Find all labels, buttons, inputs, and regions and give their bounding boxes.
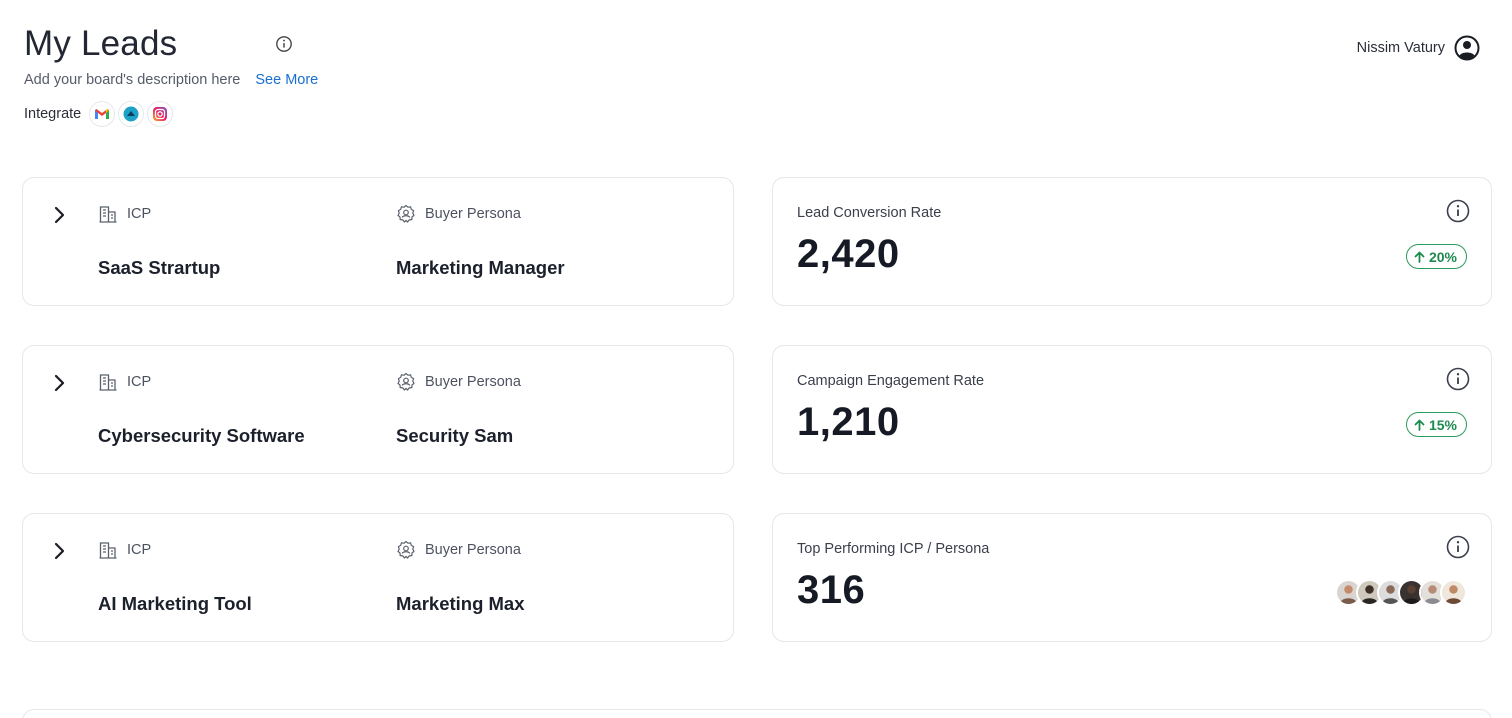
see-more-link[interactable]: See More (255, 72, 318, 88)
persona-gear-icon (397, 204, 415, 223)
metric-value: 316 (797, 568, 866, 612)
lead-card[interactable]: ICP SaaS Strartup Buyer Persona Marketin… (22, 177, 734, 306)
avatar-group[interactable] (1335, 579, 1467, 606)
user-avatar-icon[interactable] (1454, 35, 1480, 61)
persona-label: Buyer Persona (425, 542, 521, 558)
instagram-icon[interactable] (147, 101, 174, 127)
icp-block: ICP AI Marketing Tool (98, 540, 252, 615)
change-badge: 15% (1405, 412, 1467, 437)
integration-app-icon[interactable] (118, 101, 145, 127)
info-icon[interactable] (275, 35, 293, 53)
persona-gear-icon (397, 372, 415, 391)
icp-name: SaaS Strartup (98, 257, 221, 278)
icp-block: ICP Cybersecurity Software (98, 372, 305, 447)
chevron-right-icon[interactable] (52, 372, 68, 394)
metric-value: 2,420 (797, 232, 900, 276)
persona-block: Buyer Persona Marketing Manager (396, 204, 565, 279)
change-value: 15% (1428, 416, 1457, 433)
persona-name: Marketing Manager (396, 257, 565, 278)
persona-label: Buyer Persona (425, 374, 521, 390)
persona-block: Buyer Persona Marketing Max (396, 540, 525, 615)
gmail-icon[interactable] (89, 101, 116, 127)
icp-name: Cybersecurity Software (98, 425, 305, 446)
avatar[interactable] (1440, 579, 1467, 606)
building-icon (99, 542, 117, 559)
icp-label: ICP (127, 374, 152, 390)
metric-value: 1,210 (797, 400, 900, 444)
chevron-right-icon[interactable] (52, 540, 68, 562)
building-icon (99, 374, 117, 391)
icp-name: AI Marketing Tool (98, 593, 252, 614)
page-title: My Leads (24, 24, 178, 63)
board-description[interactable]: Add your board's description here (24, 72, 240, 88)
chevron-right-icon[interactable] (52, 204, 68, 226)
building-icon (99, 206, 117, 223)
lead-card[interactable]: ICP AI Marketing Tool Buyer Persona Mark… (22, 513, 734, 642)
metric-label: Campaign Engagement Rate (797, 373, 985, 389)
user-name: Nissim Vatury (1356, 40, 1445, 56)
change-badge: 20% (1405, 244, 1467, 269)
icp-label: ICP (127, 542, 152, 558)
integrate-label: Integrate (24, 106, 82, 122)
persona-name: Security Sam (396, 425, 514, 446)
metric-label: Top Performing ICP / Persona (797, 541, 990, 557)
bottom-panel (22, 709, 1492, 718)
info-icon[interactable] (1446, 367, 1470, 391)
icp-label: ICP (127, 206, 152, 222)
arrow-up-icon (1414, 419, 1425, 431)
metric-label: Lead Conversion Rate (797, 205, 942, 221)
info-icon[interactable] (1446, 535, 1470, 559)
metric-card-top-performing: Top Performing ICP / Persona 316 (772, 513, 1492, 642)
metric-card-lead-conversion: Lead Conversion Rate 2,420 20% (772, 177, 1492, 306)
info-icon[interactable] (1446, 199, 1470, 223)
persona-block: Buyer Persona Security Sam (396, 372, 521, 447)
change-value: 20% (1428, 248, 1457, 265)
persona-label: Buyer Persona (425, 206, 521, 222)
arrow-up-icon (1414, 251, 1425, 263)
persona-name: Marketing Max (396, 593, 525, 614)
user-menu[interactable]: Nissim Vatury (1357, 35, 1480, 61)
lead-card[interactable]: ICP Cybersecurity Software Buyer Persona… (22, 345, 734, 474)
board-header: My Leads Add your board's description he… (24, 22, 318, 127)
metric-card-campaign-engagement: Campaign Engagement Rate 1,210 15% (772, 345, 1492, 474)
persona-gear-icon (397, 540, 415, 559)
icp-block: ICP SaaS Strartup (98, 204, 220, 279)
